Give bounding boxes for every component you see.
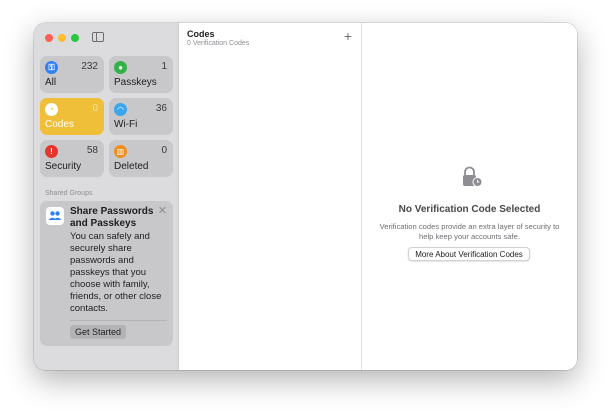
category-tiles: ⚿ 232 All ● 1 Passkeys ◔ 0 Codes ◠ 36 Wi… <box>40 56 173 177</box>
empty-state-title: No Verification Code Selected <box>398 204 541 215</box>
codes-list-pane: Codes 0 Verification Codes + <box>179 23 362 370</box>
list-title: Codes <box>187 29 215 39</box>
close-icon[interactable]: ✕ <box>158 204 167 217</box>
lock-clock-icon: ◔ <box>45 103 58 116</box>
exclamation-icon: ! <box>45 145 58 158</box>
divider <box>70 320 167 321</box>
tile-wifi[interactable]: ◠ 36 Wi-Fi <box>109 98 173 135</box>
share-card-title: Share Passwords and Passkeys <box>70 206 154 229</box>
tile-count: 58 <box>86 145 98 156</box>
tile-count: 232 <box>81 61 98 72</box>
person-key-icon: ● <box>114 61 127 74</box>
sidebar-toggle-icon[interactable] <box>92 32 104 42</box>
tile-codes[interactable]: ◔ 0 Codes <box>40 98 104 135</box>
share-card-body: You can safely and securely share passwo… <box>70 231 162 314</box>
zoom-window-button[interactable] <box>71 34 79 42</box>
share-passwords-card: Share Passwords and Passkeys ✕ You can s… <box>40 201 173 346</box>
get-started-button[interactable]: Get Started <box>70 325 127 339</box>
tile-count: 0 <box>92 103 98 114</box>
sidebar: ⚿ 232 All ● 1 Passkeys ◔ 0 Codes ◠ 36 Wi… <box>34 23 179 370</box>
empty-state-description: Verification codes provide an extra laye… <box>379 222 560 241</box>
more-about-codes-button[interactable]: More About Verification Codes <box>408 247 530 261</box>
tile-security[interactable]: ! 58 Security <box>40 140 104 177</box>
tile-label: Deleted <box>114 161 149 172</box>
tile-count: 36 <box>155 103 167 114</box>
tile-passkeys[interactable]: ● 1 Passkeys <box>109 56 173 93</box>
tile-count: 1 <box>161 61 167 72</box>
tile-label: Passkeys <box>114 77 157 88</box>
key-icon: ⚿ <box>45 61 58 74</box>
detail-pane: No Verification Code Selected Verificati… <box>362 23 577 370</box>
traffic-lights <box>45 34 79 42</box>
tile-deleted[interactable]: ▥ 0 Deleted <box>109 140 173 177</box>
tile-count: 0 <box>161 145 167 156</box>
tile-label: Wi-Fi <box>114 119 138 130</box>
tile-all[interactable]: ⚿ 232 All <box>40 56 104 93</box>
trash-icon: ▥ <box>114 145 127 158</box>
tile-label: Codes <box>45 119 74 130</box>
passwords-window: ⚿ 232 All ● 1 Passkeys ◔ 0 Codes ◠ 36 Wi… <box>34 23 577 370</box>
people-icon <box>46 207 64 225</box>
tile-label: All <box>45 77 57 88</box>
close-window-button[interactable] <box>45 34 53 42</box>
minimize-window-button[interactable] <box>58 34 66 42</box>
add-icon[interactable]: + <box>344 29 352 43</box>
lock-clock-icon <box>460 165 484 189</box>
list-subtitle: 0 Verification Codes <box>187 40 250 47</box>
shared-groups-heading: Shared Groups <box>45 190 93 197</box>
tile-label: Security <box>45 161 82 172</box>
wifi-icon: ◠ <box>114 103 127 116</box>
